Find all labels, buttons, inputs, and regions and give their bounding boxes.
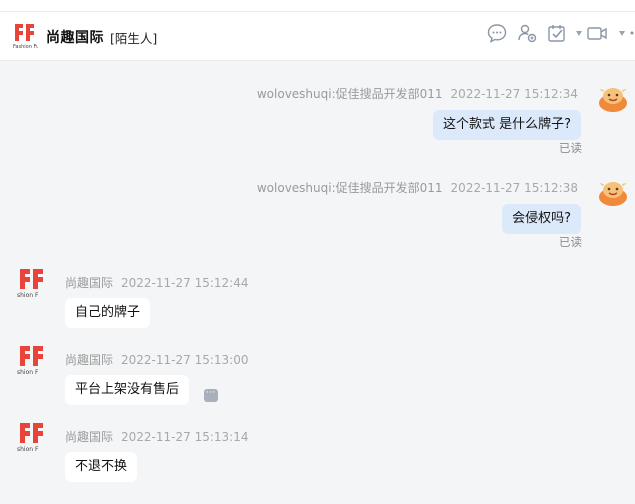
- user-avatar-icon[interactable]: [597, 82, 629, 114]
- sender-name: 尚趣国际: [65, 276, 114, 290]
- message-meta: 尚趣国际 2022-11-27 15:12:44: [65, 274, 248, 291]
- video-dropdown-caret-icon[interactable]: [619, 31, 625, 36]
- read-status: 已读: [559, 141, 582, 155]
- message-meta: 尚趣国际 2022-11-27 15:13:00: [65, 351, 248, 368]
- message-time: 2022-11-27 15:12:34: [450, 87, 578, 101]
- shop-logo-icon: Fashion Fun: [13, 24, 38, 50]
- chat-header: Fashion Fun 尚趣国际 [陌生人]: [0, 12, 635, 61]
- message-more-icon[interactable]: ···: [204, 389, 218, 402]
- message-bubble[interactable]: 平台上架没有售后: [65, 375, 190, 405]
- message-meta: woloveshuqi:促佳搜品开发部011 2022-11-27 15:12:3…: [257, 179, 578, 196]
- sender-name: woloveshuqi:促佳搜品开发部011: [256, 87, 443, 101]
- message-bubble[interactable]: 自己的牌子: [65, 298, 151, 328]
- video-call-icon[interactable]: [586, 22, 608, 44]
- window-top-edge: [0, 0, 635, 12]
- svg-text:shion F: shion F: [17, 369, 39, 376]
- user-settings-icon[interactable]: [516, 22, 538, 44]
- user-avatar-icon[interactable]: [597, 176, 629, 208]
- sender-name: 尚趣国际: [65, 430, 114, 444]
- message-meta: woloveshuqi:促佳搜品开发部011 2022-11-27 15:12:3…: [257, 85, 578, 102]
- sender-name: woloveshuqi:促佳搜品开发部011: [256, 181, 443, 195]
- message-time: 2022-11-27 15:13:00: [121, 353, 249, 367]
- shop-avatar-icon[interactable]: shion F: [17, 344, 49, 376]
- stranger-tag: [陌生人]: [110, 31, 158, 46]
- svg-text:shion F: shion F: [17, 446, 39, 453]
- shop-avatar-icon[interactable]: shion F: [17, 421, 49, 453]
- message-bubble[interactable]: 不退不换: [65, 452, 138, 482]
- sender-name: 尚趣国际: [65, 353, 114, 367]
- svg-text:shion F: shion F: [17, 292, 39, 299]
- message-bubble[interactable]: 会侵权吗?: [502, 204, 581, 234]
- task-dropdown-caret-icon[interactable]: [576, 31, 582, 36]
- message-time: 2022-11-27 15:12:38: [450, 181, 578, 195]
- message-meta: 尚趣国际 2022-11-27 15:13:14: [65, 428, 248, 445]
- shop-avatar-icon[interactable]: shion F: [17, 267, 49, 299]
- read-status: 已读: [559, 235, 582, 249]
- task-check-icon[interactable]: [546, 22, 568, 44]
- message-bubble[interactable]: 这个款式 是什么牌子?: [432, 110, 581, 140]
- svg-text:Fashion Fun: Fashion Fun: [13, 44, 38, 50]
- message-time: 2022-11-27 15:12:44: [121, 276, 249, 290]
- contact-name: 尚趣国际: [46, 30, 104, 46]
- message-time: 2022-11-27 15:13:14: [121, 430, 249, 444]
- more-icon[interactable]: [630, 22, 635, 44]
- chat-bubble-icon[interactable]: [486, 22, 508, 44]
